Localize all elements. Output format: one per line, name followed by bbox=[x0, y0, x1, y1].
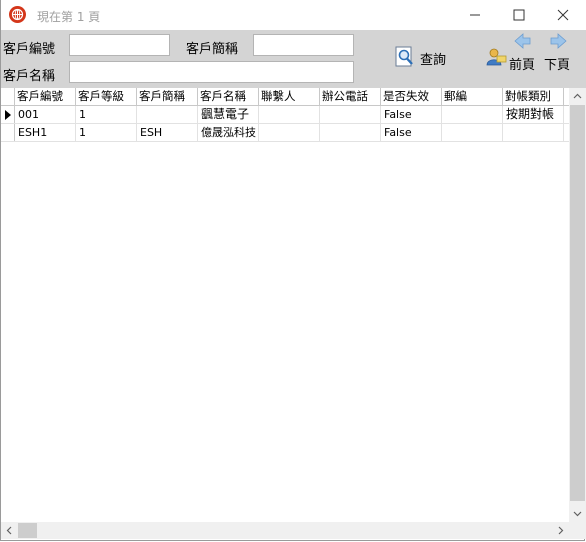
col-header-office-phone[interactable]: 辦公電話 bbox=[320, 88, 381, 105]
customer-short-label: 客戶簡稱 bbox=[186, 42, 239, 57]
cell-customer-short[interactable]: ESH bbox=[137, 124, 198, 141]
header-corner bbox=[1, 88, 15, 105]
cell-contact[interactable] bbox=[259, 106, 320, 123]
minimize-button[interactable] bbox=[453, 0, 497, 30]
query-label: 查詢 bbox=[420, 53, 447, 68]
cell-customer-code[interactable]: 001 bbox=[15, 106, 76, 123]
main-window: 現在第 1 頁 客戶編號 客戶簡稱 客戶名稱 查詢 前頁 下頁 客戶編號 客戶等… bbox=[0, 0, 586, 541]
table-row[interactable]: 001 1 颻慧電子 False 按期對帳 bbox=[1, 106, 569, 124]
vertical-scrollbar[interactable] bbox=[569, 88, 586, 522]
customer-code-label: 客戶編號 bbox=[3, 42, 56, 57]
magnifier-icon bbox=[395, 46, 413, 67]
grid-header: 客戶編號 客戶等級 客戶簡稱 客戶名稱 聯繫人 辦公電話 是否失效 郵編 對帳類… bbox=[1, 88, 569, 106]
next-page-label: 下頁 bbox=[544, 58, 571, 73]
scroll-right-arrow-icon[interactable] bbox=[552, 522, 569, 539]
col-header-customer-name[interactable]: 客戶名稱 bbox=[198, 88, 259, 105]
col-header-reconcile-type[interactable]: 對帳類別 bbox=[503, 88, 564, 105]
cell-customer-short[interactable] bbox=[137, 106, 198, 123]
maximize-button[interactable] bbox=[497, 0, 541, 30]
user-icon bbox=[486, 48, 507, 66]
col-header-customer-level[interactable]: 客戶等級 bbox=[76, 88, 137, 105]
prev-page-button[interactable]: 前頁 bbox=[485, 33, 539, 73]
cell-customer-name[interactable]: 億晟泓科技 bbox=[198, 124, 259, 141]
cell-inactive[interactable]: False bbox=[381, 124, 442, 141]
cell-inactive[interactable]: False bbox=[381, 106, 442, 123]
cell-customer-level[interactable]: 1 bbox=[76, 106, 137, 123]
scroll-down-arrow-icon[interactable] bbox=[569, 505, 586, 522]
cell-postcode[interactable] bbox=[442, 124, 503, 141]
scroll-left-arrow-icon[interactable] bbox=[1, 522, 18, 539]
right-arrow-icon bbox=[550, 33, 567, 49]
customer-grid[interactable]: 客戶編號 客戶等級 客戶簡稱 客戶名稱 聯繫人 辦公電話 是否失效 郵編 對帳類… bbox=[1, 88, 569, 522]
col-header-customer-short[interactable]: 客戶簡稱 bbox=[137, 88, 198, 105]
customer-code-input[interactable] bbox=[69, 34, 170, 56]
cell-customer-code[interactable]: ESH1 bbox=[15, 124, 76, 141]
cell-customer-name[interactable]: 颻慧電子 bbox=[198, 106, 259, 123]
cell-reconcile-type[interactable] bbox=[503, 124, 564, 141]
horizontal-scroll-thumb[interactable] bbox=[18, 523, 37, 538]
title-bar: 現在第 1 頁 bbox=[1, 0, 586, 30]
window-title: 現在第 1 頁 bbox=[37, 10, 101, 24]
table-row[interactable]: ESH1 1 ESH 億晟泓科技 False bbox=[1, 124, 569, 142]
app-globe-icon bbox=[9, 6, 26, 23]
current-row-arrow-icon bbox=[5, 110, 11, 120]
cell-postcode[interactable] bbox=[442, 106, 503, 123]
customer-name-input[interactable] bbox=[69, 61, 354, 83]
horizontal-scrollbar[interactable] bbox=[1, 522, 569, 539]
cell-reconcile-type[interactable]: 按期對帳 bbox=[503, 106, 564, 123]
next-page-button[interactable]: 下頁 bbox=[544, 33, 578, 73]
cell-office-phone[interactable] bbox=[320, 106, 381, 123]
col-header-inactive[interactable]: 是否失效 bbox=[381, 88, 442, 105]
customer-name-label: 客戶名稱 bbox=[3, 69, 56, 84]
col-header-customer-code[interactable]: 客戶編號 bbox=[15, 88, 76, 105]
scrollbar-corner bbox=[569, 522, 586, 539]
cell-contact[interactable] bbox=[259, 124, 320, 141]
cell-customer-level[interactable]: 1 bbox=[76, 124, 137, 141]
vertical-scroll-thumb[interactable] bbox=[570, 105, 585, 501]
col-header-postcode[interactable]: 郵編 bbox=[442, 88, 503, 105]
cell-office-phone[interactable] bbox=[320, 124, 381, 141]
close-button[interactable] bbox=[541, 0, 585, 30]
prev-page-label: 前頁 bbox=[509, 58, 536, 73]
left-arrow-icon bbox=[514, 33, 531, 49]
query-button[interactable]: 查詢 bbox=[394, 45, 454, 71]
customer-short-input[interactable] bbox=[253, 34, 354, 56]
col-header-contact[interactable]: 聯繫人 bbox=[259, 88, 320, 105]
row-selector[interactable] bbox=[1, 124, 15, 141]
scroll-up-arrow-icon[interactable] bbox=[569, 88, 586, 105]
row-selector[interactable] bbox=[1, 106, 15, 123]
search-panel: 客戶編號 客戶簡稱 客戶名稱 查詢 前頁 下頁 bbox=[1, 30, 586, 88]
